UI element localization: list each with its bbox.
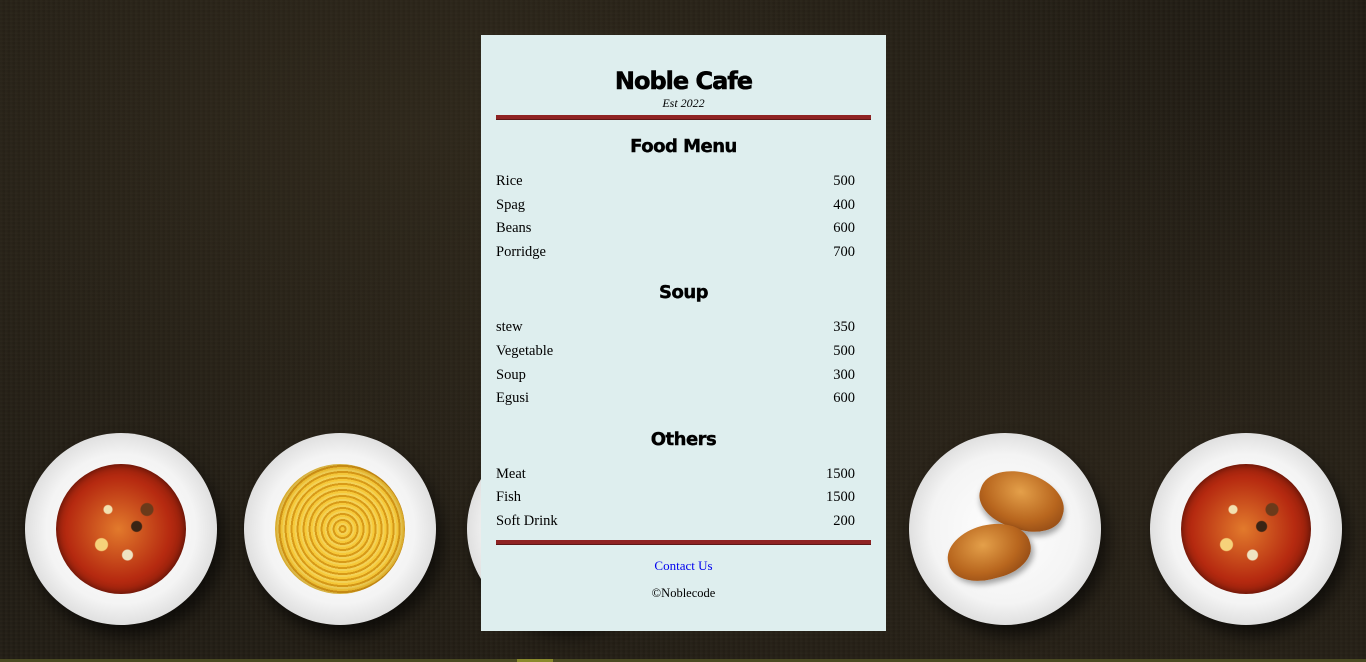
menu-item: Soft Drink 200 (496, 510, 871, 534)
item-name: Soup (496, 366, 526, 383)
spaghetti-plate-image (244, 433, 436, 625)
item-price: 400 (833, 196, 855, 213)
section-title-soup: Soup (658, 282, 709, 304)
soup-plate-image-right (1150, 433, 1342, 625)
spaghetti-food (275, 464, 405, 594)
menu-item: Beans 600 (496, 217, 871, 241)
top-divider (496, 115, 871, 120)
item-name: Meat (496, 465, 526, 482)
menu-card: Noble Cafe Est 2022 Food Menu Rice 500 Sp… (481, 35, 886, 631)
item-name: Porridge (496, 243, 546, 260)
item-price: 1500 (826, 489, 855, 506)
item-name: Vegetable (496, 342, 554, 359)
bottom-divider (496, 539, 871, 545)
soup-plate-image (25, 433, 217, 625)
menu-item: Porridge 700 (496, 241, 871, 265)
soup-food (56, 464, 186, 594)
copyright-text: ©Noblecode (651, 585, 716, 600)
item-price: 300 (833, 366, 855, 383)
item-name: stew (496, 319, 523, 336)
others-menu-list: Meat 1500 Fish 1500 Soft Drink 200 (496, 463, 871, 534)
item-price: 200 (833, 512, 855, 529)
item-price: 500 (833, 173, 855, 189)
contact-us-link[interactable]: Contact Us (496, 558, 871, 574)
menu-item: Meat 1500 (496, 463, 871, 487)
menu-item: stew 350 (496, 316, 871, 340)
soup-food-right (1181, 464, 1311, 594)
menu-item: Rice 500 (496, 170, 871, 194)
item-name: Rice (496, 173, 523, 189)
item-price: 700 (833, 243, 855, 260)
established-text: Est 2022 (662, 96, 705, 110)
item-price: 600 (833, 220, 855, 237)
item-name: Fish (496, 489, 521, 506)
menu-item: Spag 400 (496, 194, 871, 218)
soup-menu-list: stew 350 Vegetable 500 Soup 300 Egusi 600 (496, 316, 871, 410)
item-price: 600 (833, 390, 855, 407)
menu-item: Soup 300 (496, 364, 871, 388)
item-price: 500 (833, 342, 855, 359)
item-name: Spag (496, 196, 525, 213)
section-title-food: Food Menu (630, 136, 738, 157)
item-name: Soft Drink (496, 512, 558, 529)
menu-item: Fish 1500 (496, 486, 871, 510)
cafe-title: Noble Cafe (614, 67, 754, 96)
section-title-others: Others (650, 428, 717, 450)
item-price: 350 (833, 319, 855, 336)
item-name: Beans (496, 220, 532, 237)
menu-item: Egusi 600 (496, 387, 871, 411)
food-menu-list: Rice 500 Spag 400 Beans 600 Porridge 700 (496, 170, 871, 264)
item-price: 1500 (826, 465, 855, 482)
menu-item: Vegetable 500 (496, 340, 871, 364)
item-name: Egusi (496, 390, 530, 407)
croissant-plate-image (909, 433, 1101, 625)
